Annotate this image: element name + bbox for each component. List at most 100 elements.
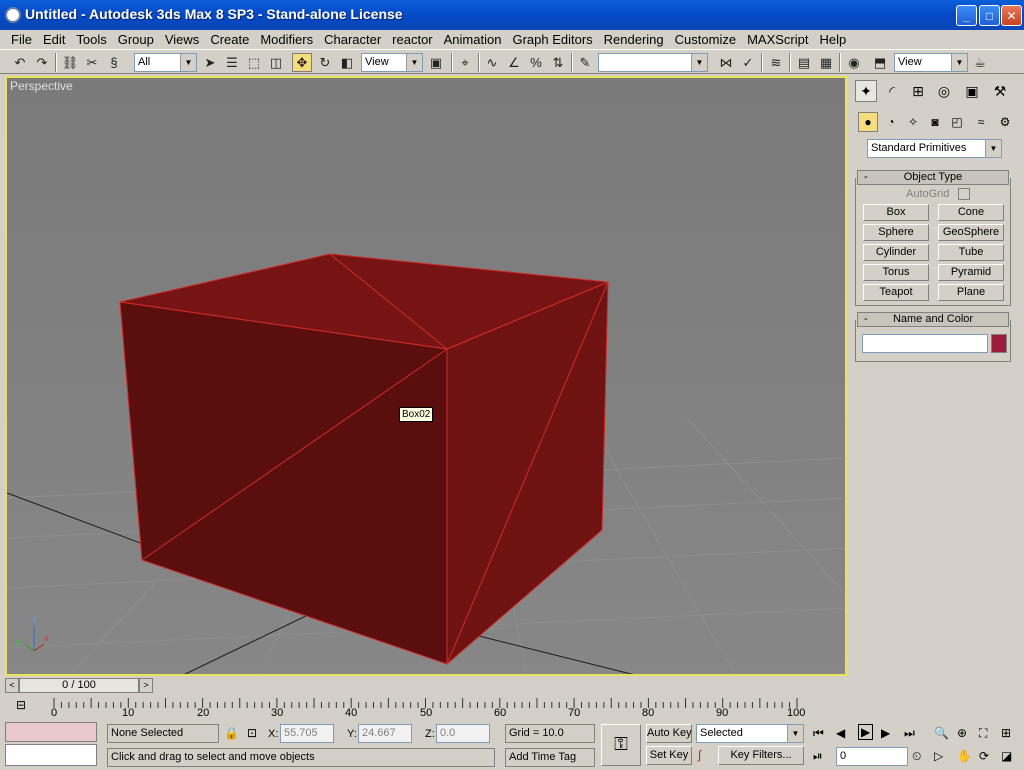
select-object-icon[interactable]: ➤ — [200, 53, 220, 72]
object-color-swatch[interactable] — [991, 334, 1007, 353]
category-dropdown[interactable]: Standard Primitives ▼ — [867, 139, 1002, 158]
next-key-icon[interactable]: ▶ — [881, 726, 890, 740]
cone-button[interactable]: Cone — [938, 204, 1004, 221]
zoom-extents-all-icon[interactable]: ⊞ — [1001, 726, 1011, 740]
go-to-end-icon[interactable]: ⏭ — [904, 726, 915, 741]
systems-icon[interactable]: ⚙ — [995, 112, 1015, 132]
key-mode-dropdown[interactable]: Selected ▼ — [696, 724, 804, 743]
x-coordinate-field[interactable]: 55.705 — [280, 724, 334, 743]
menu-file[interactable]: File — [6, 32, 38, 47]
menu-help[interactable]: Help — [814, 32, 852, 47]
unlink-icon[interactable]: ✂ — [82, 53, 102, 72]
name-and-color-rollout-header[interactable]: - Name and Color — [857, 312, 1009, 327]
open-mini-curve-editor-icon[interactable]: ⊟ — [16, 698, 26, 712]
torus-button[interactable]: Torus — [863, 264, 929, 281]
z-coordinate-field[interactable]: 0.0 — [436, 724, 490, 743]
angle-snap-icon[interactable]: ∠ — [504, 53, 524, 72]
pivot-center-icon[interactable]: ▣ — [426, 53, 446, 72]
absolute-mode-icon[interactable]: ⊡ — [247, 726, 257, 740]
named-selection-dropdown[interactable]: ▼ — [598, 53, 708, 72]
selection-filter-dropdown[interactable]: All ▼ — [134, 53, 197, 72]
snaps-toggle-icon[interactable]: ∿ — [482, 53, 502, 72]
current-frame-field[interactable]: 0 — [836, 747, 908, 766]
maxscript-listener-pink[interactable] — [5, 722, 97, 742]
select-and-move-icon[interactable]: ✥ — [292, 53, 312, 72]
y-coordinate-field[interactable]: 24.667 — [358, 724, 412, 743]
minimize-button[interactable]: _ — [956, 5, 977, 26]
set-key-icon[interactable]: ⚿ — [601, 724, 641, 766]
go-to-start-icon[interactable]: ⏮ — [813, 726, 824, 741]
mirror-icon[interactable]: ⋈ — [716, 53, 736, 72]
select-and-rotate-icon[interactable]: ↻ — [315, 53, 335, 72]
arc-rotate-icon[interactable]: ⟳ — [979, 749, 989, 763]
hierarchy-tab-icon[interactable]: ⊞ — [907, 80, 929, 102]
material-editor-icon[interactable]: ◉ — [844, 53, 864, 72]
create-tab-icon[interactable]: ✦ — [855, 80, 877, 102]
geosphere-button[interactable]: GeoSphere — [938, 224, 1004, 241]
app-icon[interactable] — [5, 7, 21, 23]
perspective-viewport[interactable]: Perspective z x y Box02 — [5, 76, 847, 676]
select-and-link-icon[interactable]: ⛓ — [60, 53, 80, 72]
undo-icon[interactable]: ↶ — [10, 53, 30, 72]
redo-icon[interactable]: ↷ — [32, 53, 52, 72]
tube-button[interactable]: Tube — [938, 244, 1004, 261]
track-bar[interactable]: ⊟ 0 10 20 30 40 50 60 70 80 90 100 — [0, 694, 810, 720]
reference-coordinate-dropdown[interactable]: View ▼ — [361, 53, 423, 72]
key-filters-button[interactable]: Key Filters... — [718, 746, 804, 765]
previous-key-icon[interactable]: ◀ — [836, 726, 845, 740]
autogrid-checkbox[interactable] — [958, 188, 970, 200]
select-and-scale-icon[interactable]: ◧ — [337, 53, 357, 72]
add-time-tag-button[interactable]: Add Time Tag — [505, 748, 595, 767]
object-name-input[interactable] — [862, 334, 988, 353]
layer-manager-icon[interactable]: ≋ — [766, 53, 786, 72]
set-key-button[interactable]: Set Key — [646, 746, 692, 765]
rectangular-selection-icon[interactable]: ⬚ — [244, 53, 264, 72]
select-and-manipulate-icon[interactable]: ⌖ — [455, 53, 475, 72]
menu-character[interactable]: Character — [319, 32, 387, 47]
menu-customize[interactable]: Customize — [670, 32, 742, 47]
menu-views[interactable]: Views — [160, 32, 205, 47]
menu-create[interactable]: Create — [205, 32, 255, 47]
menu-modifiers[interactable]: Modifiers — [255, 32, 319, 47]
menu-tools[interactable]: Tools — [71, 32, 112, 47]
quick-render-icon[interactable]: ☕ — [970, 53, 990, 72]
field-of-view-icon[interactable]: ▷ — [934, 749, 943, 763]
shapes-icon[interactable]: ◔ — [881, 112, 901, 132]
next-frame-icon[interactable]: > — [139, 678, 153, 693]
play-icon[interactable]: ▶ — [858, 724, 874, 740]
cylinder-button[interactable]: Cylinder — [863, 244, 929, 261]
selection-lock-icon[interactable]: 🔒 — [224, 726, 239, 740]
percent-snap-icon[interactable]: % — [526, 53, 546, 72]
modify-tab-icon[interactable]: ◜ — [881, 80, 903, 102]
time-configuration-icon[interactable]: ⏲ — [912, 749, 921, 764]
maximize-viewport-icon[interactable]: ◪ — [1001, 749, 1012, 763]
utilities-tab-icon[interactable]: ⚒ — [989, 80, 1011, 102]
menu-edit[interactable]: Edit — [38, 32, 71, 47]
bind-to-space-warp-icon[interactable]: § — [104, 53, 124, 72]
viewport-label[interactable]: Perspective — [10, 79, 73, 93]
zoom-extents-icon[interactable]: ⛶ — [979, 726, 987, 741]
menu-group[interactable]: Group — [113, 32, 160, 47]
zoom-icon[interactable]: 🔍 — [934, 726, 949, 740]
menu-animation[interactable]: Animation — [439, 32, 508, 47]
sphere-button[interactable]: Sphere — [863, 224, 929, 241]
select-by-name-icon[interactable]: ☰ — [222, 53, 242, 72]
pyramid-button[interactable]: Pyramid — [938, 264, 1004, 281]
box-button[interactable]: Box — [863, 204, 929, 221]
maxscript-listener-white[interactable] — [5, 744, 97, 766]
render-view-dropdown[interactable]: View ▼ — [894, 53, 968, 72]
menu-reactor[interactable]: reactor — [387, 32, 438, 47]
menu-maxscript[interactable]: MAXScript — [742, 32, 814, 47]
plane-button[interactable]: Plane — [938, 284, 1004, 301]
align-icon[interactable]: ✓ — [738, 53, 758, 72]
auto-key-button[interactable]: Auto Key — [646, 724, 692, 743]
motion-tab-icon[interactable]: ◎ — [933, 80, 955, 102]
display-tab-icon[interactable]: ▣ — [961, 80, 983, 102]
pan-icon[interactable]: ✋ — [957, 749, 972, 763]
helpers-icon[interactable]: ◰ — [947, 112, 967, 132]
window-crossing-icon[interactable]: ◫ — [266, 53, 286, 72]
edit-named-selection-icon[interactable]: ✎ — [575, 53, 595, 72]
zoom-all-icon[interactable]: ⊕ — [957, 726, 967, 740]
teapot-button[interactable]: Teapot — [863, 284, 929, 301]
time-slider-thumb[interactable]: 0 / 100 — [19, 678, 139, 693]
